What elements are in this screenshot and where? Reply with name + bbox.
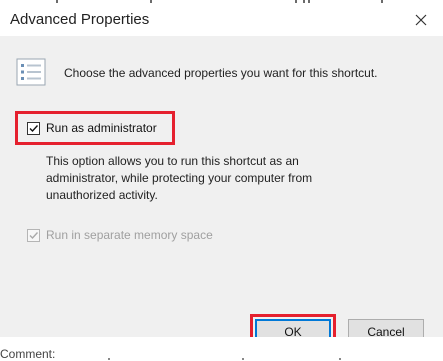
run-as-admin-label[interactable]: Run as administrator [46,121,157,135]
background-comment-label: Comment: [0,348,56,358]
separate-memory-checkbox [27,229,40,242]
admin-description: This option allows you to run this short… [46,154,313,202]
checkmark-icon [29,232,39,240]
checkmark-icon [29,125,39,133]
dialog-body: Choose the advanced properties you want … [0,36,443,348]
close-button[interactable] [399,3,443,36]
dialog-titlebar: Advanced Properties [0,3,443,36]
background-window-fragment: Comment: [0,337,443,361]
dialog-title: Advanced Properties [10,11,150,28]
run-as-admin-checkbox[interactable] [27,122,40,135]
close-icon [415,14,427,25]
separate-memory-label: Run in separate memory space [46,228,213,242]
properties-list-icon [16,58,46,86]
header-instruction: Choose the advanced properties you want … [64,66,378,80]
